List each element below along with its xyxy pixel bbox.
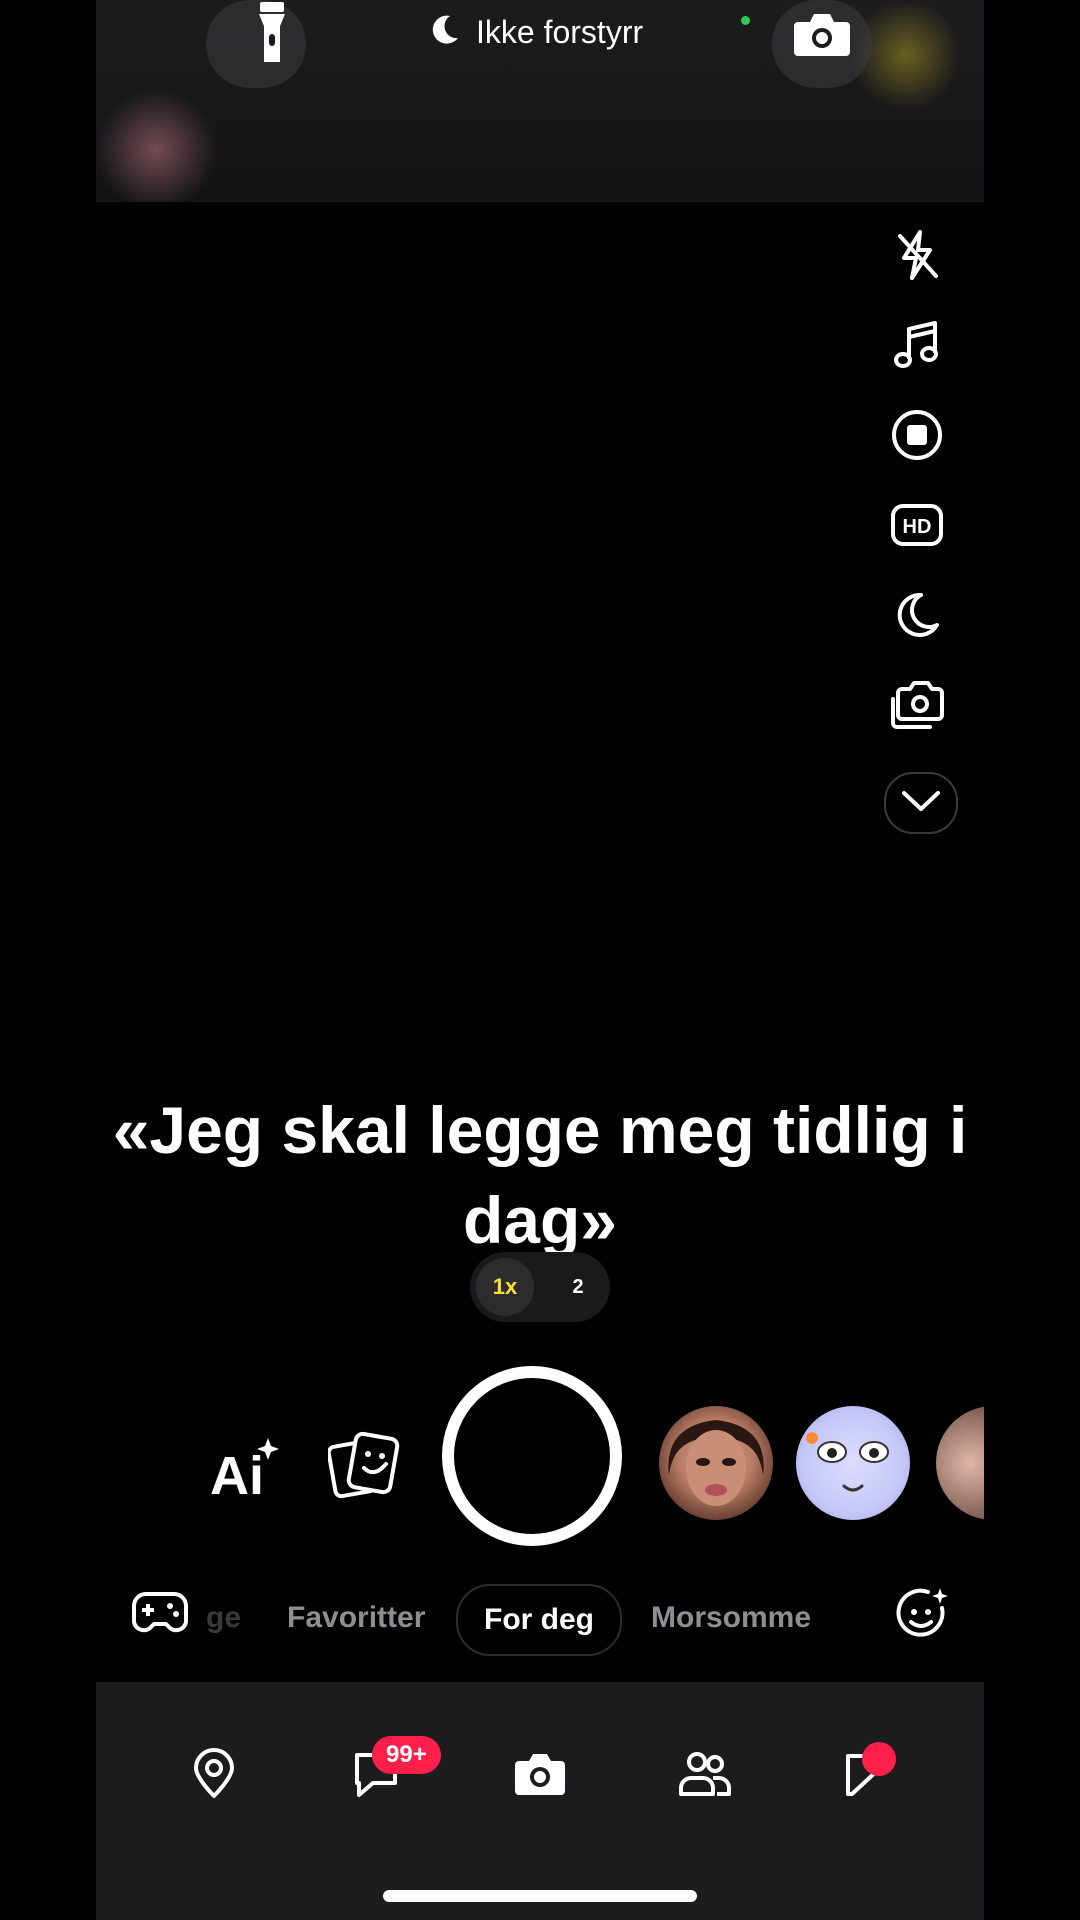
camera-icon[interactable]	[792, 10, 852, 58]
tab-for-deg[interactable]: For deg	[456, 1584, 622, 1656]
lens-face-icon[interactable]	[936, 1406, 984, 1520]
map-pin-icon[interactable]	[184, 1744, 244, 1804]
chevron-down-icon	[900, 789, 942, 818]
dual-camera-icon[interactable]	[884, 672, 950, 738]
lens-face-icon[interactable]	[659, 1406, 773, 1520]
more-tools-button[interactable]	[884, 772, 958, 834]
stop-record-icon[interactable]	[884, 402, 950, 468]
flash-off-icon[interactable]	[884, 222, 950, 288]
tab-favoritter[interactable]: Favoritter	[287, 1584, 425, 1652]
home-indicator[interactable]	[383, 1890, 697, 1902]
do-not-disturb-indicator[interactable]: Ikke forstyrr	[426, 10, 643, 54]
moon-icon	[426, 12, 462, 53]
lens-category-tabs: ge Favoritter For deg Morsomme	[96, 1578, 984, 1658]
tab-previous[interactable]: ge	[206, 1584, 241, 1652]
friends-icon[interactable]	[674, 1744, 734, 1804]
music-note-icon[interactable]	[884, 312, 950, 378]
zoom-selector[interactable]: 1x 2	[470, 1252, 610, 1322]
memories-icon[interactable]	[326, 1430, 402, 1500]
chat-badge: 99+	[372, 1736, 441, 1774]
zoom-2x-button[interactable]: 2	[556, 1258, 600, 1316]
video-caption: «Jeg skal legge meg tidlig i dag»	[112, 1093, 968, 1257]
lens-cartoon-icon[interactable]	[796, 1406, 910, 1520]
shutter-button[interactable]	[442, 1366, 622, 1546]
ai-label: Ai	[210, 1446, 264, 1500]
zoom-1x-button[interactable]: 1x	[476, 1258, 534, 1316]
ai-lens-button[interactable]: Ai	[210, 1436, 280, 1506]
game-controller-icon[interactable]	[132, 1586, 188, 1638]
do-not-disturb-label: Ikke forstyrr	[476, 13, 644, 50]
camera-screen: Ikke forstyrr HD «Jeg skal legge meg tid…	[96, 0, 984, 1920]
tab-morsomme[interactable]: Morsomme	[651, 1584, 821, 1652]
bottom-navigation: 99+	[96, 1682, 984, 1920]
top-status-bar: Ikke forstyrr	[96, 0, 984, 202]
camera-in-use-dot	[741, 16, 750, 25]
flashlight-icon[interactable]	[242, 0, 302, 66]
hd-icon[interactable]: HD	[884, 492, 950, 558]
night-mode-icon[interactable]	[884, 582, 950, 648]
hd-label: HD	[903, 516, 932, 538]
stories-notification-dot	[862, 1742, 896, 1776]
camera-icon[interactable]	[510, 1744, 570, 1804]
lens-explore-icon[interactable]	[894, 1586, 950, 1642]
